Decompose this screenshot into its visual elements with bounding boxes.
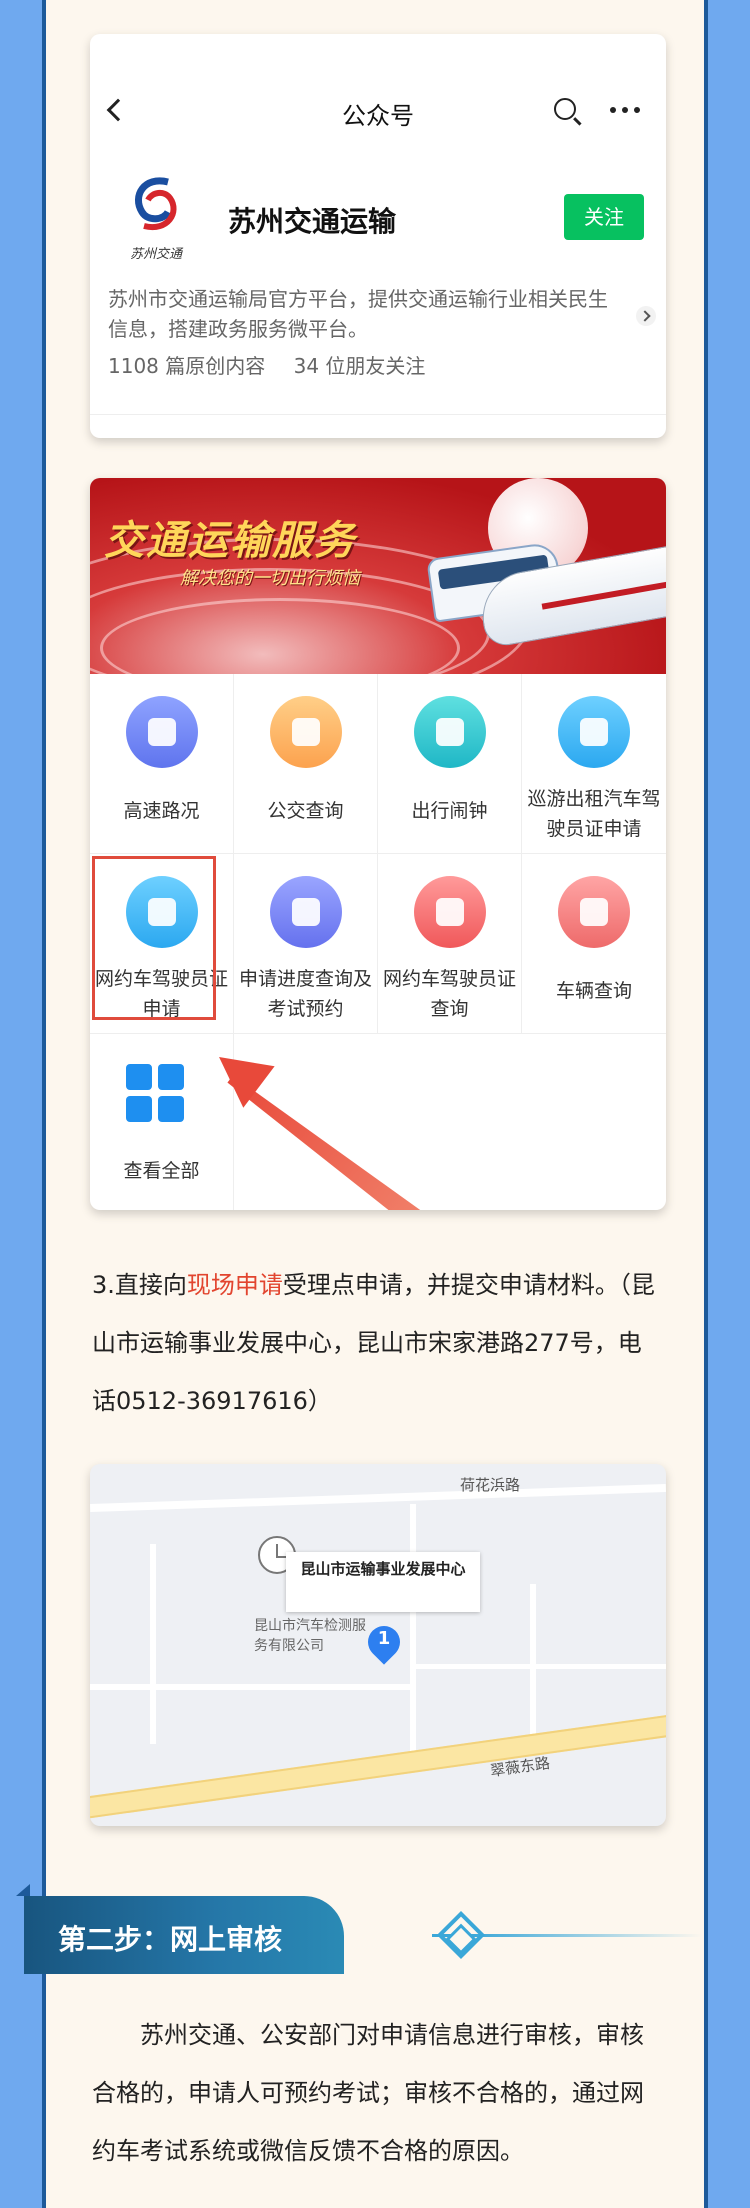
account-logo: 苏州交通 [124,172,188,262]
logo-text: 苏州交通 [129,247,182,262]
service-bus[interactable]: 公交查询 [234,674,378,854]
vehicle-search-icon [558,876,630,948]
account-name: 苏州交通运输 [228,205,397,238]
service-label: 高速路况 [123,800,200,822]
original-count: 1108 篇原创内容 [108,354,266,378]
step3-highlight: 现场申请 [186,1271,283,1299]
service-progress[interactable]: 申请进度查询及考试预约 [234,854,378,1034]
alarm-icon [414,696,486,768]
taxi-icon [558,696,630,768]
service-alarm[interactable]: 出行闹钟 [378,674,522,854]
service-label: 出行闹钟 [411,800,488,822]
banner-subtitle: 解决您的一切出行烦恼 [180,568,360,589]
bus-icon [270,696,342,768]
service-license-query[interactable]: 网约车驾驶员证查询 [378,854,522,1034]
service-highway[interactable]: 高速路况 [90,674,234,854]
service-banner: 交通运输服务 解决您的一切出行烦恼 [90,478,666,674]
step-title: 第二步：网上审核 [58,1923,283,1956]
road [90,1684,410,1690]
service-vehicle-query[interactable]: 车辆查询 [522,854,666,1034]
road [90,1483,666,1513]
banner-title: 交通运输服务 [104,518,356,564]
nearby-poi: 昆山市汽车检测服务有限公司 [254,1618,366,1654]
map-card[interactable]: 荷花浜路 翠薇东路 昆山市运输事业发展中心 昆山市汽车检测服务有限公司 1 [90,1464,666,1826]
tab-messages[interactable]: 消息 [206,435,250,438]
account-stats: 1108 篇原创内容 34 位朋友关注 [108,350,425,379]
pin-number: 1 [377,1628,391,1649]
highlight-box [92,856,216,1020]
nav-bar: 公众号 [90,34,666,134]
service-label: 申请进度查询及考试预约 [238,968,372,1020]
official-account-card: 公众号 苏州交通 苏州交通运输 关注 苏州市交通运输局官方平台，提供交通运输行业… [90,34,666,438]
service-view-all[interactable]: 查看全部 [90,1034,234,1210]
account-tabs: 消息 服务 [90,414,666,438]
service-label: 查看全部 [123,1160,200,1182]
road [416,1664,666,1669]
friends-follow: 34 位朋友关注 [293,354,426,378]
road [410,1504,416,1764]
car-icon [414,876,486,948]
nav-title: 公众号 [342,102,414,130]
step3-paragraph: 3.直接向现场申请受理点申请，并提交申请材料。（昆山市运输事业发展中心，昆山市宋… [92,1256,662,1430]
poi-callout[interactable]: 昆山市运输事业发展中心 [286,1552,480,1612]
pointer-arrow [223,1070,460,1210]
user-icon [270,876,342,948]
service-label: 网约车驾驶员证查询 [382,968,516,1020]
step3-prefix: 3.直接向 [92,1271,187,1299]
step2-paragraph: 苏州交通、公安部门对申请信息进行审核，审核合格的，申请人可预约考试；审核不合格的… [92,2021,644,2165]
decor-line [470,1934,702,1937]
more-icon[interactable] [610,107,640,113]
grid-icon [126,1064,186,1124]
service-label: 车辆查询 [555,980,632,1002]
chevron-right-icon[interactable] [636,306,656,326]
service-card: 交通运输服务 解决您的一切出行烦恼 高速路况 公交查询 出行闹钟 巡游出租汽车驾… [90,478,666,1210]
expressway [90,1709,666,1821]
follow-button[interactable]: 关注 [564,194,644,240]
step-header: 第二步：网上审核 [24,1896,344,1974]
road-label-north: 荷花浜路 [460,1476,521,1494]
service-label: 公交查询 [267,800,344,822]
service-label: 巡游出租汽车驾驶员证申请 [527,788,661,840]
highway-icon [126,696,198,768]
search-icon[interactable] [554,98,576,120]
road [150,1544,156,1744]
service-taxi-license[interactable]: 巡游出租汽车驾驶员证申请 [522,674,666,854]
account-description: 苏州市交通运输局官方平台，提供交通运输行业相关民生信息，搭建政务服务微平台。 [108,287,608,341]
tab-services[interactable]: 服务 [486,435,530,438]
